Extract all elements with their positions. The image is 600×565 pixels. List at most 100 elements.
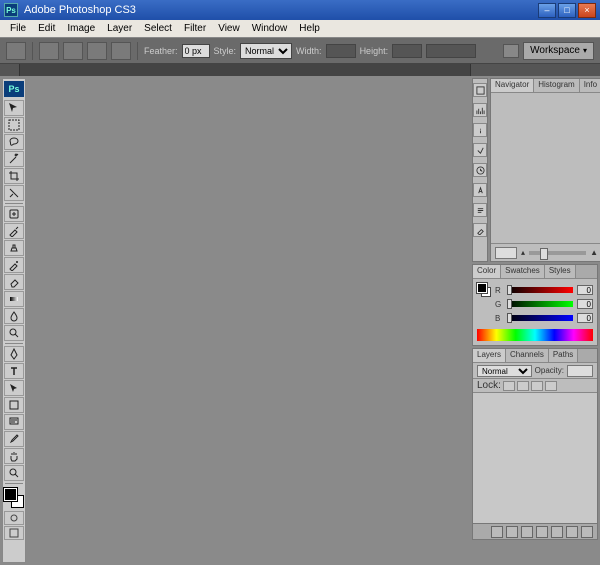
selection-mode-intersect[interactable] — [111, 42, 131, 60]
zoom-value-field[interactable] — [495, 247, 517, 259]
panels-grip[interactable] — [470, 64, 600, 76]
foreground-color-swatch[interactable] — [4, 488, 17, 501]
shape-tool[interactable] — [4, 397, 24, 413]
channel-r-value[interactable]: 0 — [577, 285, 593, 295]
current-tool-indicator[interactable] — [6, 42, 26, 60]
layer-fx-button[interactable] — [506, 526, 518, 538]
menu-select[interactable]: Select — [138, 21, 178, 36]
selection-mode-subtract[interactable] — [87, 42, 107, 60]
group-layers-button[interactable] — [551, 526, 563, 538]
eyedropper-tool[interactable] — [4, 431, 24, 447]
brush-tool[interactable] — [4, 223, 24, 239]
feather-input[interactable] — [182, 44, 210, 58]
toolbox-grip[interactable] — [0, 64, 20, 76]
refine-edge-button[interactable] — [426, 44, 476, 58]
maximize-button[interactable]: □ — [558, 3, 576, 18]
gradient-tool[interactable] — [4, 291, 24, 307]
tab-histogram[interactable]: Histogram — [534, 79, 579, 92]
color-swatches[interactable] — [4, 488, 24, 508]
navigator-icon[interactable] — [473, 83, 487, 97]
layer-mask-button[interactable] — [521, 526, 533, 538]
tab-swatches[interactable]: Swatches — [501, 265, 545, 278]
healing-brush-tool[interactable] — [4, 206, 24, 222]
channel-r-slider[interactable] — [507, 287, 573, 293]
quick-mask-toggle[interactable] — [4, 511, 24, 525]
width-field — [326, 44, 356, 58]
move-tool[interactable] — [4, 100, 24, 116]
opacity-input[interactable] — [567, 365, 593, 377]
menu-view[interactable]: View — [212, 21, 246, 36]
dodge-tool[interactable] — [4, 325, 24, 341]
menu-window[interactable]: Window — [246, 21, 294, 36]
tab-channels[interactable]: Channels — [506, 349, 549, 362]
eraser-tool[interactable] — [4, 274, 24, 290]
color-spectrum[interactable] — [477, 329, 593, 341]
type-tool[interactable] — [4, 363, 24, 379]
marquee-tool[interactable] — [4, 117, 24, 133]
opacity-label: Opacity: — [535, 366, 564, 375]
paragraph-icon[interactable] — [473, 203, 487, 217]
tab-layers[interactable]: Layers — [473, 349, 506, 362]
tab-color[interactable]: Color — [473, 265, 501, 278]
magic-wand-tool[interactable] — [4, 151, 24, 167]
lock-transparency-button[interactable] — [503, 381, 515, 391]
histogram-icon[interactable] — [473, 103, 487, 117]
screen-mode-toggle[interactable] — [4, 526, 24, 540]
pen-tool[interactable] — [4, 346, 24, 362]
info-icon[interactable] — [473, 123, 487, 137]
new-layer-button[interactable] — [566, 526, 578, 538]
history-brush-tool[interactable] — [4, 257, 24, 273]
style-select[interactable]: Normal — [240, 43, 292, 59]
lock-all-button[interactable] — [545, 381, 557, 391]
close-button[interactable]: × — [578, 3, 596, 18]
brushes-icon[interactable] — [473, 223, 487, 237]
blur-tool[interactable] — [4, 308, 24, 324]
path-selection-tool[interactable] — [4, 380, 24, 396]
color-panel-swatches[interactable] — [477, 283, 491, 297]
selection-mode-new[interactable] — [39, 42, 59, 60]
menu-file[interactable]: File — [4, 21, 32, 36]
zoom-in-icon[interactable]: ▲ — [590, 248, 598, 257]
slice-tool[interactable] — [4, 185, 24, 201]
channel-g-value[interactable]: 0 — [577, 299, 593, 309]
zoom-slider[interactable] — [529, 251, 586, 255]
tab-styles[interactable]: Styles — [545, 265, 576, 278]
minimize-button[interactable]: – — [538, 3, 556, 18]
clone-stamp-tool[interactable] — [4, 240, 24, 256]
zoom-out-icon[interactable]: ▴ — [521, 248, 525, 257]
adjustment-layer-button[interactable] — [536, 526, 548, 538]
app-icon: Ps — [4, 3, 18, 17]
link-layers-button[interactable] — [491, 526, 503, 538]
actions-icon[interactable] — [473, 143, 487, 157]
workspace-menu-button[interactable]: Workspace — [523, 42, 594, 60]
crop-tool[interactable] — [4, 168, 24, 184]
notes-tool[interactable] — [4, 414, 24, 430]
channel-b-value[interactable]: 0 — [577, 313, 593, 323]
lasso-tool[interactable] — [4, 134, 24, 150]
layers-list — [473, 393, 597, 523]
hand-tool[interactable] — [4, 448, 24, 464]
tab-navigator[interactable]: Navigator — [491, 79, 534, 92]
feather-label: Feather: — [144, 46, 178, 56]
panel-dock: Navigator Histogram Info ▴ ▲ Color Swatc… — [470, 76, 600, 565]
blend-mode-select[interactable]: Normal — [477, 365, 532, 377]
height-field — [392, 44, 422, 58]
go-to-bridge-icon[interactable] — [503, 44, 519, 58]
tab-paths[interactable]: Paths — [549, 349, 578, 362]
lock-position-button[interactable] — [531, 381, 543, 391]
menu-help[interactable]: Help — [293, 21, 326, 36]
menu-image[interactable]: Image — [61, 21, 101, 36]
menu-edit[interactable]: Edit — [32, 21, 61, 36]
options-bar: Feather: Style: Normal Width: Height: Wo… — [0, 38, 600, 64]
zoom-tool[interactable] — [4, 465, 24, 481]
tab-info[interactable]: Info — [580, 79, 600, 92]
character-icon[interactable] — [473, 183, 487, 197]
menu-layer[interactable]: Layer — [101, 21, 138, 36]
menu-filter[interactable]: Filter — [178, 21, 212, 36]
selection-mode-add[interactable] — [63, 42, 83, 60]
history-icon[interactable] — [473, 163, 487, 177]
channel-g-slider[interactable] — [507, 301, 573, 307]
delete-layer-button[interactable] — [581, 526, 593, 538]
channel-b-slider[interactable] — [507, 315, 573, 321]
lock-image-button[interactable] — [517, 381, 529, 391]
